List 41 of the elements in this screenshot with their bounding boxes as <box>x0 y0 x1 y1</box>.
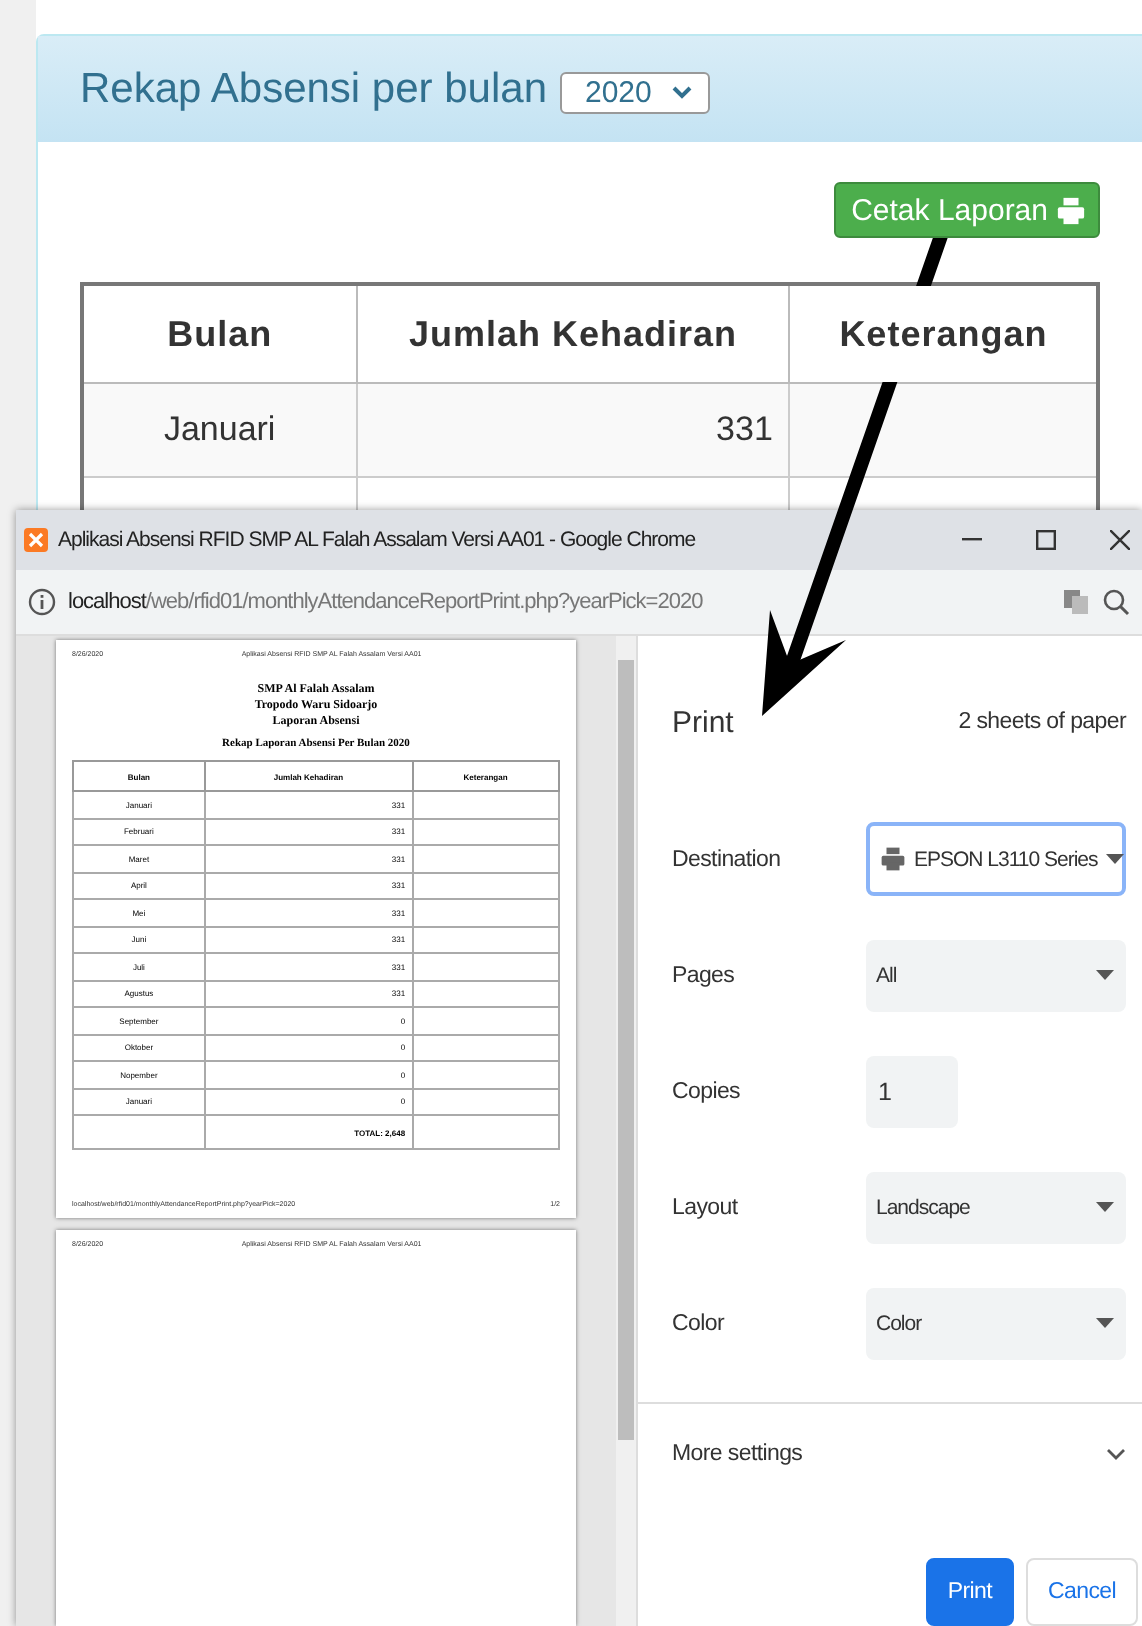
window-title: Aplikasi Absensi RFID SMP AL Falah Assalam Versi AA01 - Google Chrome <box>58 528 698 552</box>
printer-icon <box>880 846 906 873</box>
dropdown-caret-icon <box>1105 854 1124 865</box>
count-cell: 331 <box>356 383 790 477</box>
column-header: Jumlah Kehadiran <box>356 284 790 383</box>
minimize-icon[interactable] <box>962 538 982 542</box>
url-text: localhost/web/rfid01/monthlyAttendanceReportPrint.php?yearPick=2020 <box>68 590 705 614</box>
select-field[interactable]: All <box>866 939 1126 1012</box>
dropdown-caret-icon <box>1096 1318 1114 1329</box>
setting-label: Layout <box>672 1195 740 1220</box>
column-header: Bulan <box>82 284 357 383</box>
app-icon <box>24 528 48 552</box>
dropdown-caret-icon <box>1096 1202 1114 1213</box>
print-title: Print <box>672 705 734 740</box>
setting-label: Color <box>672 1311 727 1336</box>
column-header: Keterangan <box>789 284 1098 383</box>
select-field[interactable]: EPSON L3110 Series <box>866 822 1126 897</box>
setting-label: Destination <box>672 847 783 872</box>
print-button[interactable]: Print <box>925 1558 1014 1626</box>
year-select[interactable]: 2020 <box>559 72 710 114</box>
chevron-down-icon <box>1106 1447 1126 1460</box>
translate-icon[interactable] <box>1062 588 1090 616</box>
zoom-icon[interactable] <box>1102 588 1130 616</box>
month-cell: Januari <box>82 383 357 477</box>
select-field[interactable]: Color <box>866 1287 1126 1360</box>
more-settings-toggle[interactable]: More settings <box>638 1403 1142 1504</box>
sheet-count: 2 sheets of paper <box>958 710 1126 735</box>
close-icon[interactable] <box>1110 530 1130 550</box>
scrollbar[interactable] <box>616 636 636 1626</box>
maximize-icon[interactable] <box>1036 530 1056 550</box>
panel-title: Rekap Absensi per bulan <box>80 65 547 113</box>
printer-icon <box>1056 195 1086 225</box>
select-field[interactable]: Landscape <box>866 1171 1126 1244</box>
info-icon[interactable] <box>28 588 56 616</box>
setting-label: Pages <box>672 963 737 988</box>
address-bar[interactable]: localhost/web/rfid01/monthlyAttendanceReportPrint.php?yearPick=2020 <box>16 570 1142 636</box>
copies-field[interactable]: 1 <box>866 1055 958 1128</box>
dropdown-caret-icon <box>1096 970 1114 981</box>
setting-label: Copies <box>672 1079 742 1104</box>
cancel-button[interactable]: Cancel <box>1026 1558 1138 1626</box>
chevron-down-icon <box>671 86 692 100</box>
